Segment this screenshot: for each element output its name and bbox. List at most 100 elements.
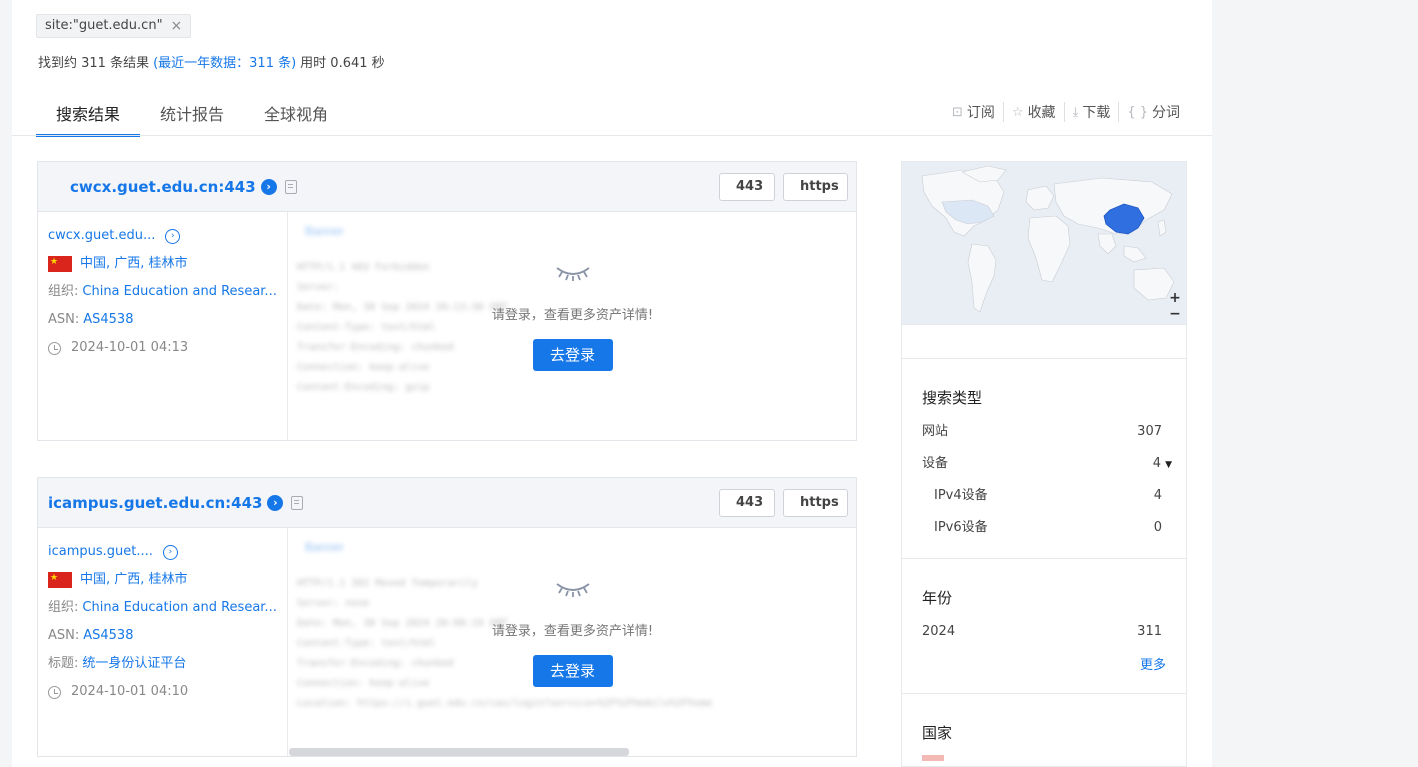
- type-row-ipv6[interactable]: IPv6设备 0: [922, 518, 1166, 550]
- download-button[interactable]: ⤓ 下载: [1063, 102, 1119, 122]
- login-button[interactable]: 去登录: [532, 339, 613, 371]
- world-map-svg: [921, 165, 1175, 313]
- horizontal-scrollbar[interactable]: [289, 748, 629, 756]
- tokenize-label: 分词: [1152, 105, 1180, 121]
- org-value[interactable]: China Education and Resear...: [82, 284, 276, 300]
- result-card-header: icampus.guet.edu.cn:443 › 443 https: [38, 478, 856, 528]
- type-row-website[interactable]: 网站 307: [922, 422, 1166, 454]
- type-count: 4: [1152, 456, 1162, 471]
- type-count-wrap: 4 ▼: [1153, 454, 1172, 486]
- location-row: 中国, 广西, 桂林市: [48, 570, 277, 588]
- location-row: 中国, 广西, 桂林市: [48, 254, 277, 272]
- asn-row: ASN: AS4538: [48, 312, 277, 328]
- type-label: IPv6设备: [934, 520, 988, 535]
- result-summary: 找到约 311 条结果 (最近一年数据：311 条) 用时 0.641 秒: [38, 52, 385, 71]
- china-flag-icon: [48, 570, 72, 588]
- protocol-badge[interactable]: https: [783, 173, 848, 201]
- caret-down-icon[interactable]: ▼: [1165, 460, 1172, 470]
- link-host[interactable]: cwcx.guet.edu...: [48, 228, 155, 244]
- tab-search-results[interactable]: 搜索结果: [36, 100, 141, 137]
- star-icon: ☆: [1011, 104, 1024, 120]
- close-icon[interactable]: ×: [171, 15, 183, 37]
- time-row: 2024-10-01 04:10: [48, 684, 277, 700]
- download-label: 下载: [1082, 105, 1111, 121]
- type-label: IPv4设备: [934, 488, 988, 503]
- country-title: 国家: [922, 724, 953, 742]
- asn-row: ASN: AS4538: [48, 628, 277, 644]
- world-map[interactable]: + −: [902, 162, 1186, 325]
- favorite-button[interactable]: ☆ 收藏: [1002, 102, 1064, 122]
- protocol-badge[interactable]: https: [783, 489, 848, 517]
- clock-icon: [48, 685, 61, 699]
- timestamp: 2024-10-01 04:13: [71, 340, 189, 355]
- result-count: 找到约 311 条结果: [38, 56, 150, 71]
- type-label: 设备: [922, 456, 949, 471]
- query-tag[interactable]: site:"guet.edu.cn" ×: [36, 14, 192, 38]
- clock-icon: [48, 341, 61, 355]
- more-link[interactable]: 更多: [922, 654, 1166, 673]
- org-value[interactable]: China Education and Resear...: [82, 600, 276, 616]
- result-tabs: 搜索结果 统计报告 全球视角: [36, 100, 348, 137]
- elapsed-time: 用时 0.641 秒: [300, 56, 385, 71]
- type-count: 0: [1153, 520, 1162, 535]
- tab-stats-report[interactable]: 统计报告: [140, 100, 244, 136]
- location[interactable]: 中国, 广西, 桂林市: [80, 572, 188, 588]
- circle-arrow-icon[interactable]: ›: [162, 544, 178, 560]
- result-card-header: cwcx.guet.edu.cn:443 › 443 https: [38, 162, 856, 212]
- link-host-row: icampus.guet.... ›: [48, 544, 277, 560]
- port-badge[interactable]: 443: [719, 489, 775, 517]
- asn-value[interactable]: AS4538: [83, 312, 133, 328]
- banner-panel: Banner HTTP/1.1 403 Forbidden Server: Da…: [289, 212, 856, 440]
- login-tip: 请登录，查看更多资产详情!: [491, 308, 654, 323]
- copy-icon[interactable]: [291, 495, 304, 510]
- copy-icon[interactable]: [284, 179, 297, 194]
- result-host-link[interactable]: cwcx.guet.edu.cn:443: [70, 178, 256, 196]
- china-flag-icon: [48, 254, 72, 272]
- tokenize-button[interactable]: { } 分词: [1118, 102, 1188, 122]
- type-row-ipv4[interactable]: IPv4设备 4: [922, 486, 1166, 518]
- org-row: 组织: China Education and Resear...: [48, 284, 277, 300]
- year-label: 2024: [922, 624, 956, 639]
- braces-icon: { }: [1127, 104, 1148, 120]
- location[interactable]: 中国, 广西, 桂林市: [80, 256, 188, 272]
- year-count: 311: [1137, 624, 1162, 639]
- login-tip: 请登录，查看更多资产详情!: [491, 624, 654, 639]
- login-overlay: 请登录，查看更多资产详情! 去登录: [289, 212, 856, 440]
- link-host[interactable]: icampus.guet....: [48, 544, 153, 560]
- asn-label: ASN:: [48, 312, 80, 327]
- result-card: cwcx.guet.edu.cn:443 › 443 https cwcx.gu…: [37, 161, 857, 441]
- zoom-out-button[interactable]: −: [1168, 306, 1182, 322]
- recent-year-count[interactable]: (最近一年数据：311 条): [153, 52, 296, 71]
- chevron-right-icon[interactable]: ›: [267, 494, 284, 511]
- closed-eye-icon: [555, 264, 591, 284]
- query-tag-text: site:"guet.edu.cn": [45, 18, 163, 33]
- chevron-right-icon[interactable]: ›: [260, 178, 277, 195]
- org-label: 组织:: [48, 600, 79, 615]
- link-host-row: cwcx.guet.edu... ›: [48, 228, 277, 244]
- tab-global-view[interactable]: 全球视角: [244, 100, 348, 136]
- title-label: 标题:: [48, 656, 79, 671]
- type-label: 网站: [922, 424, 949, 439]
- result-host-link[interactable]: icampus.guet.edu.cn:443: [48, 494, 262, 512]
- search-type-section: 搜索类型 网站 307 设备 4 ▼ IPv4设备 4 IPv6设备 0: [902, 359, 1186, 559]
- title-value[interactable]: 统一身份认证平台: [82, 656, 186, 672]
- login-button[interactable]: 去登录: [532, 655, 613, 687]
- timestamp: 2024-10-01 04:10: [71, 684, 189, 699]
- port-badge[interactable]: 443: [719, 173, 775, 201]
- circle-arrow-icon[interactable]: ›: [165, 228, 181, 244]
- favorite-label: 收藏: [1027, 105, 1056, 121]
- type-count: 307: [1137, 424, 1162, 439]
- subscribe-button[interactable]: ⊡ 订阅: [944, 102, 1003, 122]
- zoom-in-button[interactable]: +: [1168, 290, 1182, 306]
- page-main: site:"guet.edu.cn" × 找到约 311 条结果 (最近一年数据…: [12, 0, 1212, 767]
- result-meta: cwcx.guet.edu... › 中国, 广西, 桂林市 组织: China…: [38, 212, 288, 440]
- search-type-title: 搜索类型: [922, 389, 983, 407]
- login-overlay: 请登录，查看更多资产详情! 去登录: [289, 528, 856, 756]
- asn-value[interactable]: AS4538: [83, 628, 133, 644]
- filter-sidebar: + − 搜索类型 网站 307 设备 4▼ IPv4设备 4 IPv6设备 0: [901, 161, 1187, 767]
- tab-divider: [12, 135, 1212, 136]
- type-row-device[interactable]: 设备 4 ▼: [922, 454, 1172, 486]
- year-row[interactable]: 2024 311: [922, 622, 1166, 654]
- banner-panel: Banner HTTP/1.1 302 Moved Temporarily Se…: [289, 528, 856, 756]
- time-row: 2024-10-01 04:13: [48, 340, 277, 356]
